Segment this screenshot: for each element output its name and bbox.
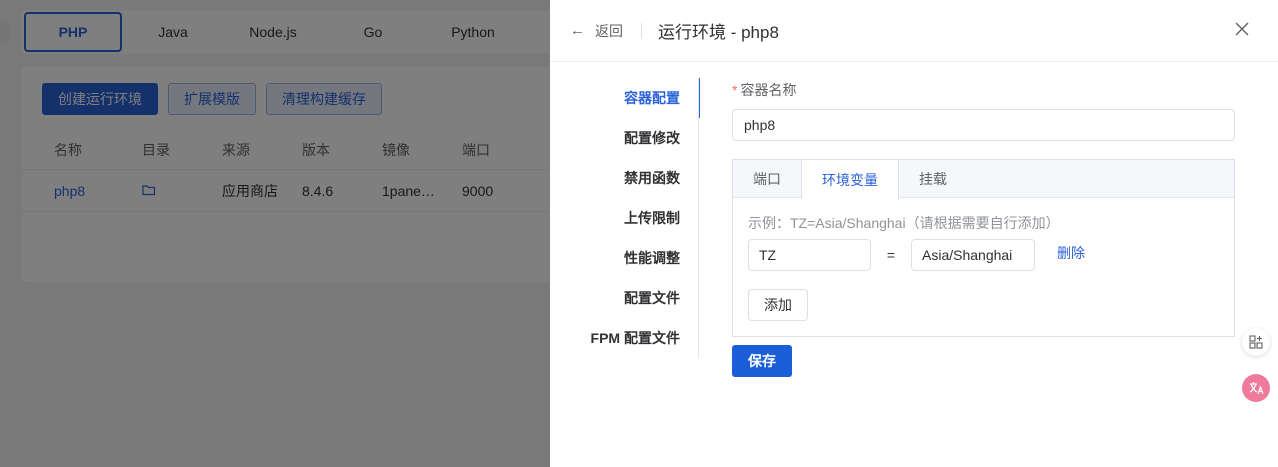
- settings-menu: 容器配置 配置修改 禁用函数 上传限制 性能调整 配置文件 FPM 配置文件: [550, 78, 700, 358]
- drawer-title: 运行环境 - php8: [658, 23, 779, 42]
- container-name-label-text: 容器名称: [740, 82, 797, 98]
- tab-env-vars[interactable]: 环境变量: [801, 160, 899, 199]
- menu-item-container-config[interactable]: 容器配置: [550, 78, 700, 118]
- config-tabs-header: 端口 环境变量 挂载: [733, 160, 1234, 199]
- header-divider: [641, 22, 642, 39]
- env-key-input[interactable]: TZ: [748, 239, 871, 271]
- back-arrow-icon: ←: [570, 22, 585, 39]
- container-name-label: * 容器名称: [732, 80, 1236, 100]
- back-button[interactable]: ← 返回: [570, 21, 623, 41]
- required-mark: *: [732, 82, 738, 98]
- menu-item-config-file[interactable]: 配置文件: [550, 278, 700, 318]
- menu-item-upload-limit[interactable]: 上传限制: [550, 198, 700, 238]
- menu-item-fpm-config-file[interactable]: FPM 配置文件: [550, 318, 700, 358]
- add-env-button[interactable]: 添加: [748, 289, 808, 321]
- menu-item-disabled-functions[interactable]: 禁用函数: [550, 158, 700, 198]
- apps-add-icon[interactable]: [1242, 328, 1270, 356]
- menu-item-config-edit[interactable]: 配置修改: [550, 118, 700, 158]
- modal-overlay[interactable]: [0, 0, 550, 467]
- close-icon[interactable]: [1232, 20, 1252, 40]
- menu-divider: [698, 78, 699, 358]
- save-button[interactable]: 保存: [732, 345, 792, 377]
- env-hint: 示例：TZ=Asia/Shanghai（请根据需要自行添加）: [748, 215, 1060, 231]
- menu-item-performance[interactable]: 性能调整: [550, 238, 700, 278]
- translate-icon[interactable]: [1242, 374, 1270, 402]
- drawer-header: ← 返回 运行环境 - php8: [550, 0, 1278, 62]
- delete-env-button[interactable]: 删除: [1057, 243, 1085, 263]
- env-value-input[interactable]: Asia/Shanghai: [911, 239, 1035, 271]
- tab-mounts[interactable]: 挂载: [899, 160, 967, 198]
- equals-sign: =: [886, 247, 896, 263]
- env-var-row: TZ = Asia/Shanghai 删除: [748, 239, 1219, 271]
- tab-ports[interactable]: 端口: [733, 160, 801, 198]
- env-vars-panel: 示例：TZ=Asia/Shanghai（请根据需要自行添加） TZ = Asia…: [733, 198, 1234, 336]
- back-label: 返回: [595, 22, 623, 39]
- runtime-settings-drawer: ← 返回 运行环境 - php8 容器配置 配置修改 禁用函数 上传限制 性能调…: [550, 0, 1278, 467]
- config-tabs: 端口 环境变量 挂载 示例：TZ=Asia/Shanghai（请根据需要自行添加…: [732, 159, 1235, 337]
- container-name-input[interactable]: php8: [732, 109, 1235, 141]
- container-config-form: * 容器名称 php8 端口 环境变量 挂载 示例：TZ=Asia/Shangh…: [732, 80, 1236, 377]
